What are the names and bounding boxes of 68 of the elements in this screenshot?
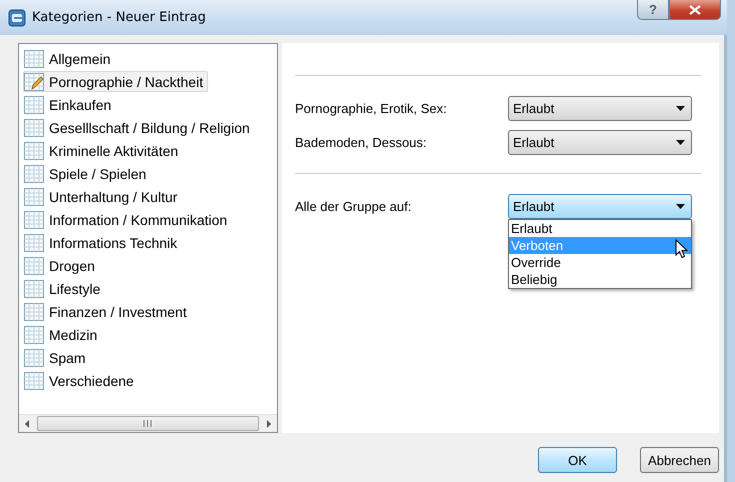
scroll-right-icon[interactable]	[266, 420, 272, 428]
close-icon	[689, 4, 701, 14]
permission-dropdown[interactable]: Erlaubt	[508, 96, 692, 121]
category-item[interactable]: Geselllschaft / Bildung / Religion	[23, 117, 255, 138]
dropdown-option[interactable]: Beliebig	[509, 271, 691, 288]
category-label: Medizin	[49, 326, 98, 342]
category-label: Einkaufen	[49, 96, 112, 112]
category-label: Pornographie / Nacktheit	[49, 74, 204, 90]
grid-icon	[24, 164, 44, 182]
category-item[interactable]: Einkaufen	[23, 94, 116, 115]
category-item[interactable]: Finanzen / Investment	[23, 301, 192, 322]
caret-icon	[676, 204, 685, 209]
category-item[interactable]: Medizin	[23, 324, 102, 345]
category-item[interactable]: Pornographie / Nacktheit	[23, 71, 208, 92]
category-label: Geselllschaft / Bildung / Religion	[49, 120, 250, 136]
category-label: Drogen	[49, 258, 95, 274]
close-button[interactable]	[669, 0, 721, 20]
app-icon	[8, 8, 26, 26]
grid-icon	[24, 142, 44, 160]
mouse-cursor-icon	[675, 239, 688, 259]
grid-icon	[24, 348, 44, 366]
caret-icon	[676, 106, 685, 111]
setting-label: Bademoden, Dessous:	[295, 135, 428, 150]
category-label: Allgemein	[49, 50, 110, 66]
grid-icon	[24, 96, 44, 114]
scrollbar-thumb[interactable]	[37, 416, 259, 431]
dropdown-option[interactable]: Erlaubt	[509, 220, 691, 237]
grid-icon	[24, 210, 44, 228]
grid-pencil-icon	[24, 72, 44, 90]
grid-icon	[24, 302, 44, 320]
category-label: Spiele / Spielen	[49, 166, 146, 182]
setting-label: Alle der Gruppe auf:	[295, 199, 412, 214]
grid-icon	[24, 372, 44, 390]
grid-icon	[24, 326, 44, 344]
category-label: Lifestyle	[49, 280, 100, 296]
category-label: Verschiedene	[49, 372, 134, 388]
window-title: Kategorien - Neuer Eintrag	[32, 10, 206, 25]
category-label: Finanzen / Investment	[49, 304, 187, 320]
category-item[interactable]: Informations Technik	[23, 232, 182, 253]
permission-dropdown[interactable]: Erlaubt	[508, 130, 692, 155]
category-item[interactable]: Unterhaltung / Kultur	[23, 186, 182, 207]
grid-icon	[24, 118, 44, 136]
grid-icon	[24, 280, 44, 298]
category-label: Spam	[49, 350, 86, 366]
category-label: Unterhaltung / Kultur	[49, 188, 178, 204]
category-item[interactable]: Spiele / Spielen	[23, 163, 152, 184]
dropdown-option[interactable]: Override	[509, 254, 691, 271]
category-item[interactable]: Spam	[23, 347, 91, 368]
permission-dropdown[interactable]: Erlaubt	[508, 194, 692, 219]
category-label: Informations Technik	[49, 234, 178, 250]
category-item[interactable]: Kriminelle Aktivitäten	[23, 140, 184, 161]
caret-icon	[676, 140, 685, 145]
dialog-button[interactable]: Abbrechen	[640, 447, 719, 473]
help-button[interactable]: ?	[637, 0, 669, 20]
category-item[interactable]: Drogen	[23, 255, 100, 276]
grid-icon	[24, 256, 44, 274]
category-item[interactable]: Allgemein	[23, 48, 116, 69]
dialog-button[interactable]: OK	[538, 447, 617, 473]
grid-icon	[24, 50, 44, 68]
category-label: Kriminelle Aktivitäten	[49, 142, 178, 158]
setting-label: Pornographie, Erotik, Sex:	[295, 101, 448, 116]
grid-icon	[24, 234, 44, 252]
category-label: Information / Kommunikation	[49, 212, 228, 228]
category-item[interactable]: Lifestyle	[23, 278, 106, 299]
category-item[interactable]: Information / Kommunikation	[23, 209, 232, 230]
grid-icon	[24, 188, 44, 206]
category-item[interactable]: Verschiedene	[23, 370, 139, 391]
scroll-left-icon[interactable]	[24, 420, 30, 428]
